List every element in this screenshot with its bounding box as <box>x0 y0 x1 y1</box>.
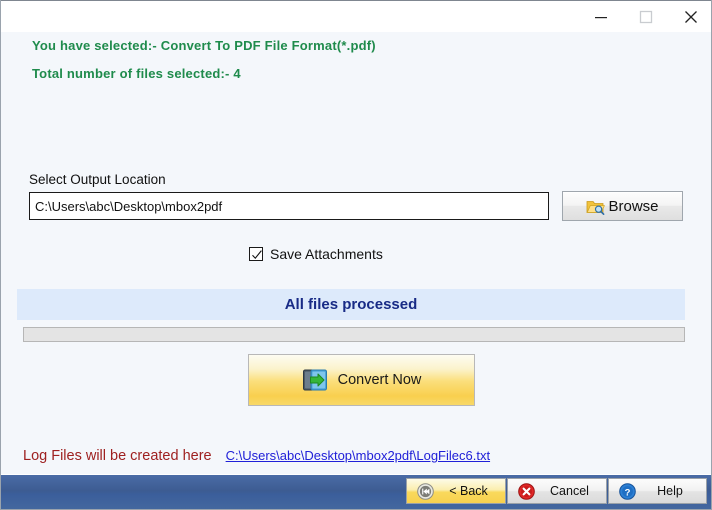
convert-now-label: Convert Now <box>337 372 422 388</box>
output-location-label: Select Output Location <box>29 172 166 187</box>
log-files-label: Log Files will be created here <box>23 448 212 464</box>
folder-search-icon <box>587 200 606 215</box>
help-icon: ? <box>619 482 636 500</box>
title-bar <box>1 0 711 32</box>
application-window: You have selected:- Convert To PDF File … <box>0 0 712 510</box>
browse-button-label: Browse <box>608 197 659 215</box>
help-button-label: Help <box>657 484 683 498</box>
minimize-icon <box>594 16 607 18</box>
cancel-button[interactable]: Cancel <box>507 478 607 504</box>
convert-arrow-icon <box>302 369 327 391</box>
log-files-row: Log Files will be created here C:\Users\… <box>23 448 490 464</box>
selected-count-text: Total number of files selected:- 4 <box>32 66 241 81</box>
back-button-label: < Back <box>449 484 488 498</box>
browse-button[interactable]: Browse <box>562 191 683 221</box>
close-icon <box>684 10 697 23</box>
save-attachments-row[interactable]: Save Attachments <box>249 246 383 262</box>
rewind-icon <box>417 482 434 500</box>
minimize-button[interactable] <box>578 1 623 32</box>
back-button[interactable]: < Back <box>406 478 506 504</box>
help-button[interactable]: ? Help <box>608 478 707 504</box>
selected-format-text: You have selected:- Convert To PDF File … <box>32 38 376 53</box>
selection-summary: You have selected:- Convert To PDF File … <box>32 38 652 81</box>
cancel-button-label: Cancel <box>550 484 589 498</box>
convert-now-button[interactable]: Convert Now <box>248 354 475 406</box>
checkmark-icon <box>252 250 262 260</box>
progress-bar <box>23 327 685 342</box>
status-message: All files processed <box>284 296 418 313</box>
maximize-button[interactable] <box>623 1 668 32</box>
status-band: All files processed <box>17 289 685 320</box>
footer-ghost-text: ........................................… <box>9 504 190 510</box>
maximize-icon <box>639 10 652 23</box>
close-button[interactable] <box>668 1 711 32</box>
cancel-icon <box>518 482 535 500</box>
log-file-link[interactable]: C:\Users\abc\Desktop\mbox2pdf\LogFilec6.… <box>226 448 490 463</box>
output-path-input[interactable] <box>29 192 549 220</box>
save-attachments-label: Save Attachments <box>270 246 383 262</box>
svg-text:?: ? <box>625 487 631 498</box>
save-attachments-checkbox[interactable] <box>249 247 263 261</box>
